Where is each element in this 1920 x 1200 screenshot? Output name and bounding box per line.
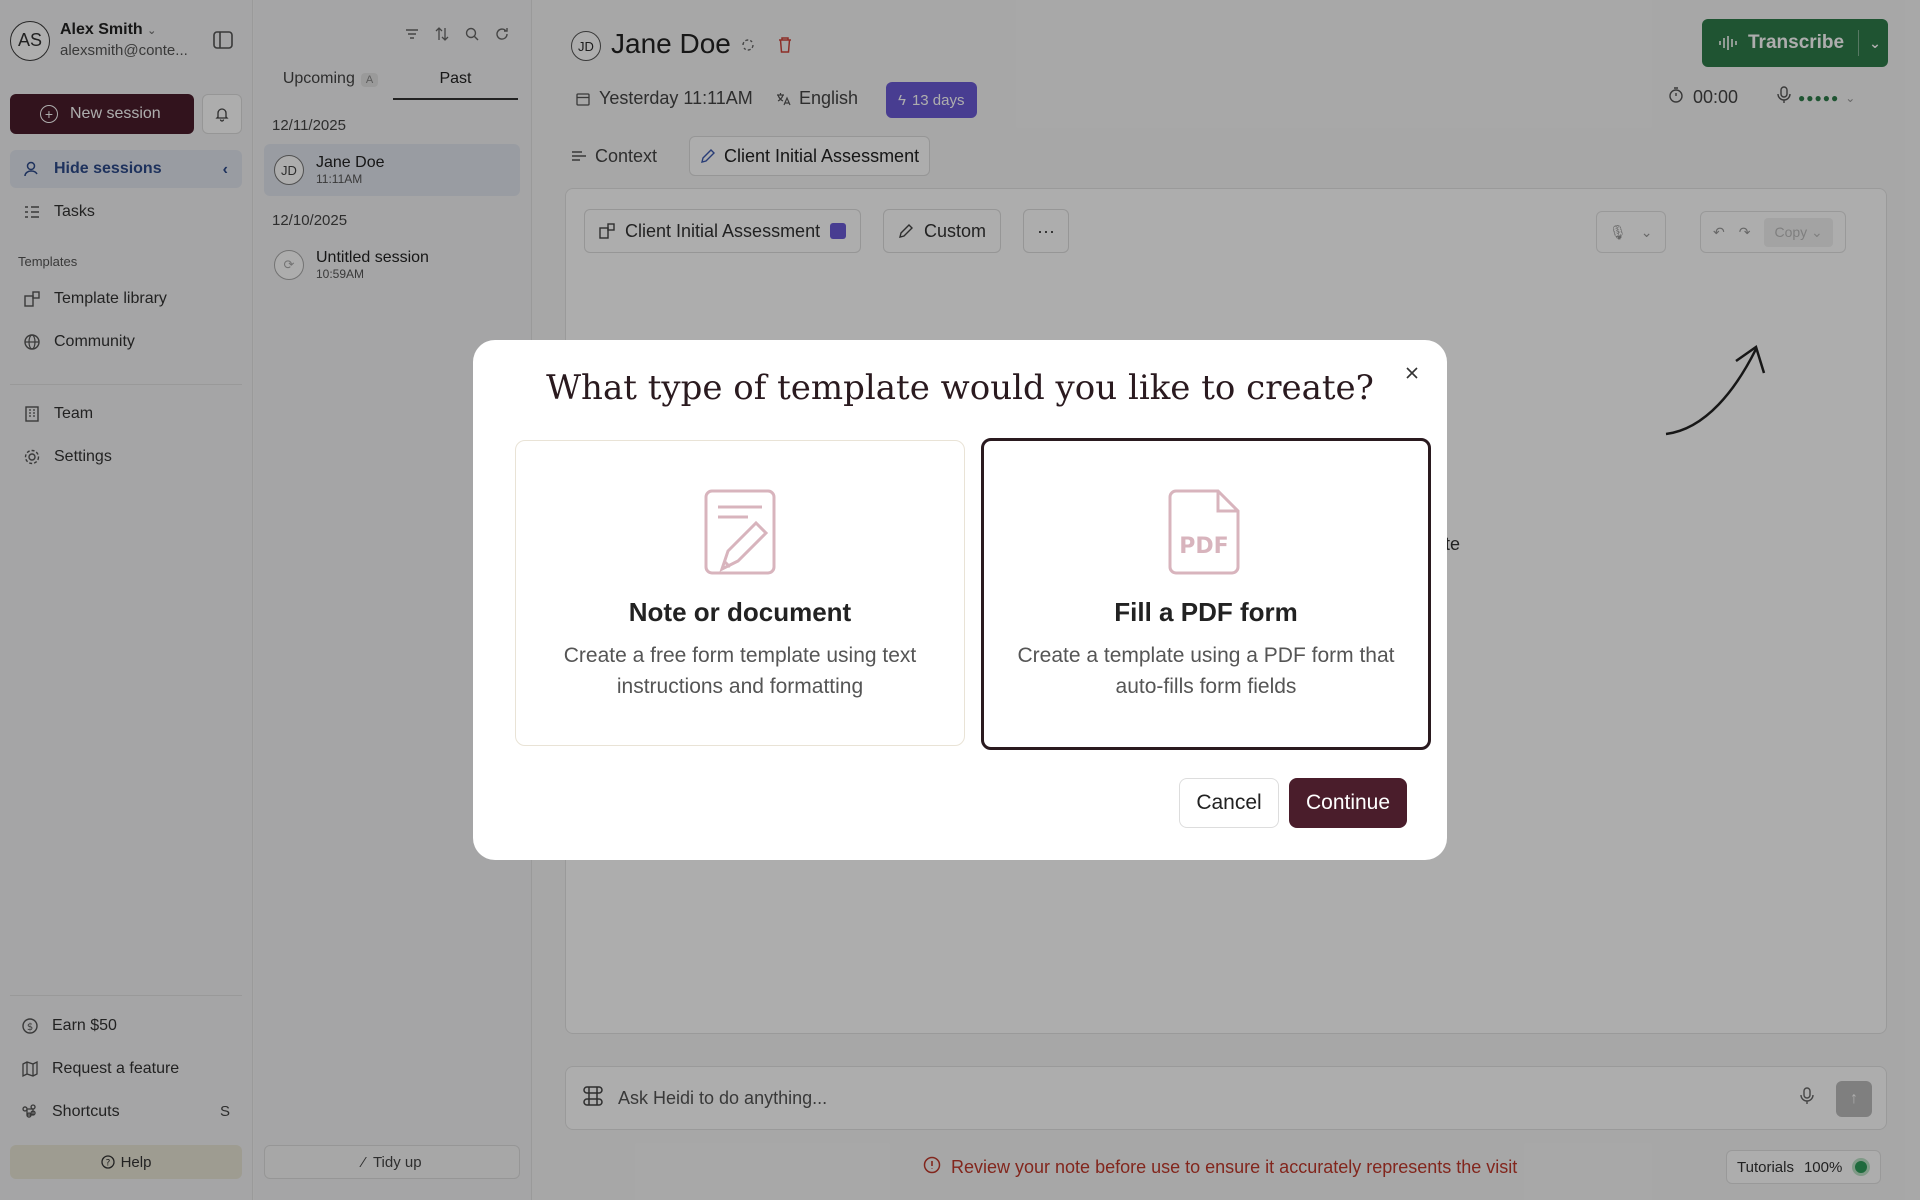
continue-button[interactable]: Continue [1289,778,1407,828]
option-description: Create a free form template using text i… [563,644,917,698]
option-title: Fill a PDF form [1114,597,1298,627]
option-note-or-document[interactable]: Note or document Create a free form temp… [515,440,965,746]
dialog-title: What type of template would you like to … [546,368,1374,408]
svg-text:PDF: PDF [1179,534,1228,559]
cancel-button[interactable]: Cancel [1179,778,1279,828]
close-icon[interactable] [1399,360,1425,386]
document-pencil-icon [700,489,780,575]
app-root: AS Alex Smith ⌄ alexsmith@conte... + New… [0,0,1920,1200]
create-template-dialog: What type of template would you like to … [473,340,1447,860]
option-title: Note or document [628,597,852,627]
option-description: Create a template using a PDF form that … [1017,644,1395,698]
pdf-file-icon: PDF [1166,489,1246,575]
option-fill-pdf-form[interactable]: PDF Fill a PDF form Create a template us… [981,438,1431,750]
